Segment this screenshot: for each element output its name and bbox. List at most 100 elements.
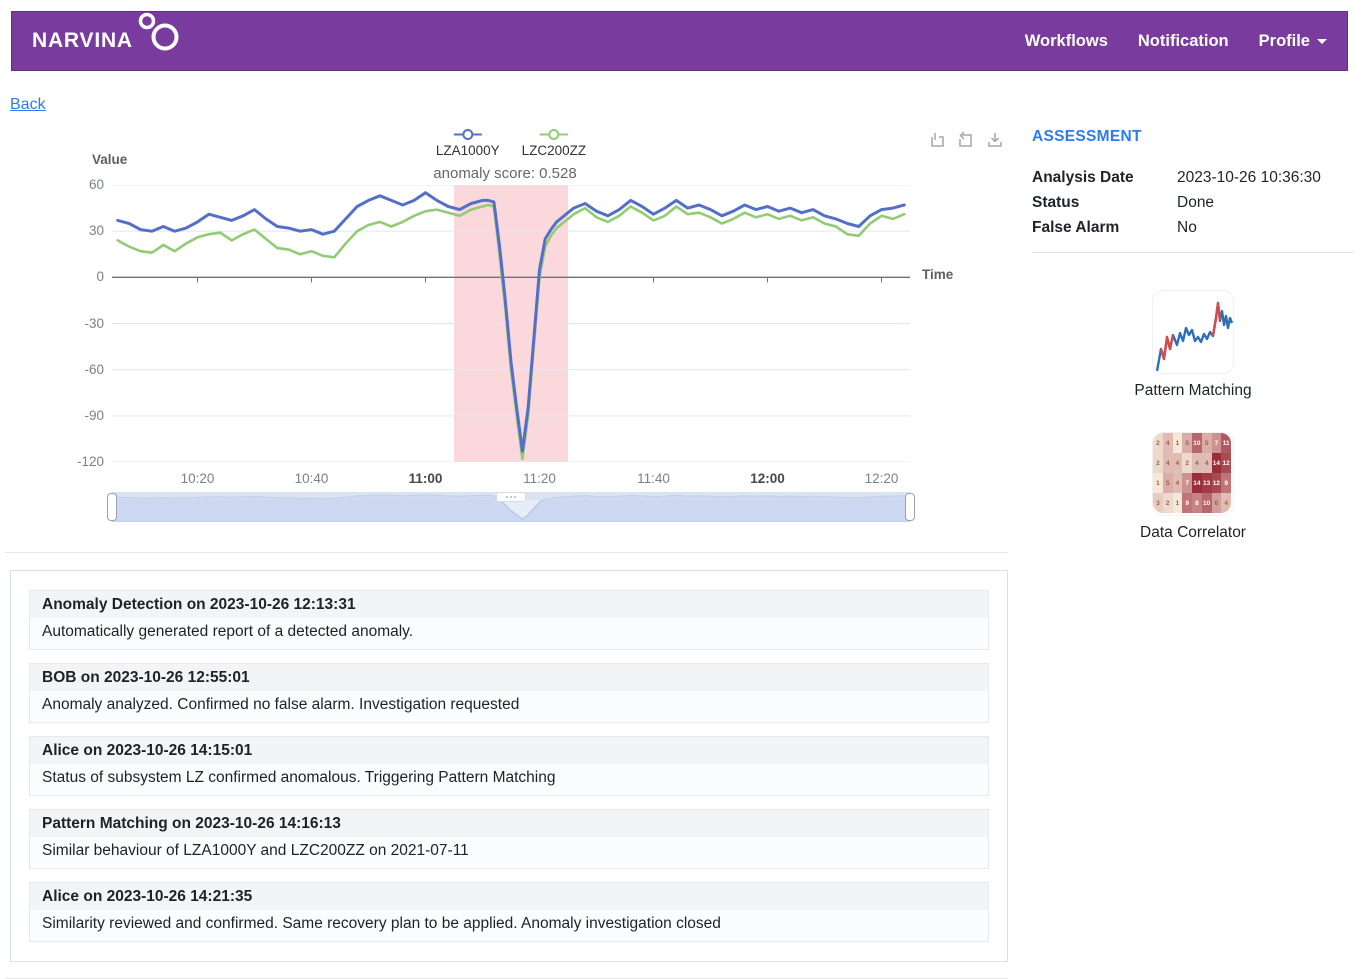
restore-icon[interactable] [957,131,975,149]
x-tick-label: 11:40 [637,471,670,486]
legend-label: LZC200ZZ [522,143,587,158]
x-tick-label: 11:00 [409,471,443,486]
divider [5,552,1008,553]
x-tick-label: 12:00 [750,471,785,486]
x-axis-name: Time [922,267,953,282]
legend-marker-icon [538,128,570,141]
x-tick-label: 11:20 [523,471,556,486]
legend-marker-icon [452,128,484,141]
datazoom-slider[interactable] [107,492,915,522]
comment-log: Anomaly Detection on 2023-10-26 12:13:31… [10,570,1008,962]
heatmap-cell: 14 [1212,453,1222,473]
heatmap-cell: 6 [1212,493,1222,513]
plot-area [112,185,910,462]
datazoom-handle-left[interactable] [107,493,117,521]
heatmap-cell: 7 [1182,473,1192,493]
heatmap-cell: 4 [1173,453,1183,473]
heatmap-cell: 5 [1202,433,1212,453]
logo-circles-icon [134,10,182,54]
chart-legend: LZA1000Y LZC200ZZ [436,128,586,158]
y-tick-label: -30 [30,316,104,331]
assessment-row-value: Done [1177,194,1214,212]
data-correlator-thumbnail[interactable]: 2415105711244244141215471413129321981064 [1153,433,1233,515]
heatmap-cell: 10 [1192,433,1202,453]
comment-card: Alice on 2023-10-26 14:15:01Status of su… [29,736,989,796]
assessment-row: False AlarmNo [1032,219,1354,237]
comment-title: BOB on 2023-10-26 12:55:01 [30,664,988,691]
heatmap-cell: 4 [1192,453,1202,473]
nav-item-notification[interactable]: Notification [1138,32,1229,51]
assessment-row-label: Analysis Date [1032,169,1177,187]
zoom-select-icon[interactable] [928,131,946,149]
heatmap-cell: 10 [1202,493,1212,513]
pattern-matching-thumbnail[interactable] [1153,291,1233,373]
comment-card: Pattern Matching on 2023-10-26 14:16:13S… [29,809,989,869]
chart-toolbox [928,131,1004,149]
heatmap-cell: 8 [1192,493,1202,513]
heatmap-cell: 4 [1221,493,1231,513]
assessment-rows: Analysis Date2023-10-26 10:36:30StatusDo… [1032,169,1354,237]
heatmap-cell: 1 [1153,473,1163,493]
heatmap-cell: 4 [1163,453,1173,473]
heatmap-cell: 13 [1202,473,1212,493]
anomaly-chart: LZA1000YLZC200ZZ anomaly score: 0.528 Va… [0,121,1008,536]
heatmap-cell: 12 [1221,453,1231,473]
y-tick-label: 30 [30,223,104,238]
assessment-row-label: Status [1032,194,1177,212]
comment-body: Similar behaviour of LZA1000Y and LZC200… [30,837,988,868]
assessment-panel: ASSESSMENT Analysis Date2023-10-26 10:36… [1008,114,1366,979]
y-tick-label: 0 [30,269,104,284]
y-tick-label: -90 [30,408,104,423]
heatmap-cell: 9 [1182,493,1192,513]
heatmap-cell: 1 [1173,493,1183,513]
y-tick-label: 60 [30,177,104,192]
assessment-title: ASSESSMENT [1032,128,1354,146]
comment-card: Anomaly Detection on 2023-10-26 12:13:31… [29,590,989,650]
x-tick-label: 10:20 [181,471,215,486]
left-column: LZA1000YLZC200ZZ anomaly score: 0.528 Va… [0,114,1008,979]
back-link[interactable]: Back [10,96,46,114]
heatmap-cell: 2 [1182,453,1192,473]
legend-item-lzc200zz[interactable]: LZC200ZZ [522,128,587,158]
heatmap-cell: 9 [1221,473,1231,493]
heatmap-cell: 4 [1202,453,1212,473]
analysis-tools: Pattern Matching 24151057112442441412154… [1032,291,1354,542]
comment-title: Anomaly Detection on 2023-10-26 12:13:31 [30,591,988,618]
heatmap-cell: 12 [1212,473,1222,493]
comment-body: Similarity reviewed and confirmed. Same … [30,910,988,941]
heatmap-cell: 7 [1212,433,1222,453]
legend-label: LZA1000Y [436,143,500,158]
divider [1032,252,1354,253]
main-content: LZA1000YLZC200ZZ anomaly score: 0.528 Va… [0,114,1366,979]
nav-item-workflows[interactable]: Workflows [1025,32,1108,51]
x-tick-label: 10:40 [295,471,329,486]
assessment-row-value: 2023-10-26 10:36:30 [1177,169,1321,187]
assessment-row: Analysis Date2023-10-26 10:36:30 [1032,169,1354,187]
y-tick-label: -120 [30,454,104,469]
comment-card: Alice on 2023-10-26 14:21:35Similarity r… [29,882,989,942]
header-nav: Workflows Notification Profile [1025,32,1327,51]
top-navbar: NARVINA Workflows Notification Profile [11,11,1348,71]
heatmap-cell: 11 [1221,433,1231,453]
save-image-icon[interactable] [986,131,1004,149]
comment-body: Anomaly analyzed. Confirmed no false ala… [30,691,988,722]
nav-item-profile[interactable]: Profile [1259,32,1327,51]
comment-body: Status of subsystem LZ confirmed anomalo… [30,764,988,795]
heatmap-cell: 2 [1153,433,1163,453]
heatmap-cell: 2 [1153,453,1163,473]
brand-logo[interactable]: NARVINA [32,19,182,63]
heatmap-cell: 4 [1163,433,1173,453]
data-correlator-label: Data Correlator [1140,524,1246,542]
assessment-row-value: No [1177,219,1197,237]
assessment-row: StatusDone [1032,194,1354,212]
pattern-matching-label: Pattern Matching [1134,382,1251,400]
legend-item-lza1000y[interactable]: LZA1000Y [436,128,500,158]
comment-title: Alice on 2023-10-26 14:21:35 [30,883,988,910]
comment-title: Pattern Matching on 2023-10-26 14:16:13 [30,810,988,837]
anomaly-score-label: anomaly score: 0.528 [433,165,576,182]
heatmap-cell: 2 [1163,493,1173,513]
comment-body: Automatically generated report of a dete… [30,618,988,649]
datazoom-move-grip[interactable] [496,492,526,502]
comment-card: BOB on 2023-10-26 12:55:01Anomaly analyz… [29,663,989,723]
datazoom-handle-right[interactable] [905,493,915,521]
